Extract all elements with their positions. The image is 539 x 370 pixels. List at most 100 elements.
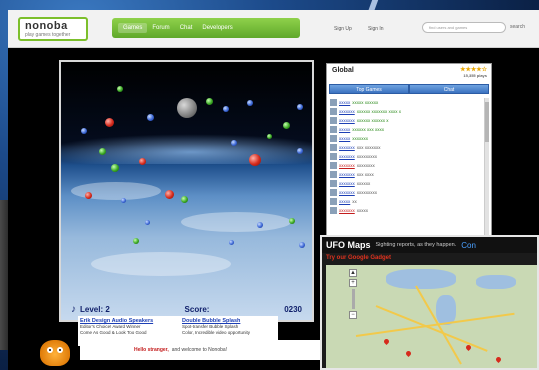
signin-link[interactable]: Sign In bbox=[368, 26, 384, 32]
chat-message: xxxxxx xxxxxx x bbox=[356, 118, 389, 123]
chat-message: xxxxxxxxx bbox=[356, 190, 377, 195]
user-avatar[interactable] bbox=[330, 108, 337, 115]
ufo-maps-window: UFO Maps Sighting reports, as they happe… bbox=[320, 235, 539, 370]
chat-message: xxxxxxxx bbox=[356, 163, 375, 168]
user-avatar[interactable] bbox=[330, 162, 337, 169]
chat-username[interactable]: xxxxxxx bbox=[339, 109, 355, 114]
green-ball bbox=[206, 98, 213, 105]
chat-tabs: Top Games Chat bbox=[329, 84, 489, 94]
chat-username[interactable]: xxxxx bbox=[339, 199, 350, 204]
blue-ball bbox=[257, 222, 263, 228]
user-avatar[interactable] bbox=[330, 171, 337, 178]
green-ball bbox=[181, 196, 188, 203]
zoom-in-button[interactable]: + bbox=[349, 279, 357, 287]
user-avatar[interactable] bbox=[330, 126, 337, 133]
ad-item[interactable]: Double Bubble Splash Spot-transfer Bubbl… bbox=[182, 318, 282, 336]
site-logo[interactable]: nonoba play games together bbox=[18, 17, 88, 41]
tab-chat[interactable]: Chat bbox=[409, 84, 489, 94]
map-pin[interactable] bbox=[494, 355, 503, 364]
nav-tab-chat[interactable]: Chat bbox=[175, 23, 198, 33]
chat-message: xxx xxxx bbox=[356, 172, 374, 177]
map-lake bbox=[476, 275, 516, 289]
green-ball bbox=[111, 164, 119, 172]
search-button[interactable]: search bbox=[510, 24, 525, 30]
score-value: 0230 bbox=[284, 304, 302, 314]
nav-tab-developers[interactable]: Developers bbox=[197, 23, 237, 33]
chat-row: xxxxxxx xxxxxxxx bbox=[330, 161, 480, 170]
chat-row: xxxxxxx xxx xxxxxxx bbox=[330, 143, 480, 152]
user-avatar[interactable] bbox=[330, 144, 337, 151]
music-note-icon[interactable]: ♪ bbox=[71, 304, 76, 315]
cloud bbox=[181, 212, 291, 232]
green-ball bbox=[283, 122, 290, 129]
pan-up-button[interactable]: ▲ bbox=[349, 269, 357, 277]
map-pin[interactable] bbox=[404, 349, 413, 358]
cloud bbox=[91, 252, 231, 276]
chat-username[interactable]: xxxxxxx bbox=[339, 163, 355, 168]
chat-username[interactable]: xxxxxxx bbox=[339, 208, 355, 213]
ad-item[interactable]: Erik Design Audio Speakers Editor's Choi… bbox=[80, 318, 180, 336]
blue-ball bbox=[231, 140, 237, 146]
chat-row: xxxxx xxxxx xxxxxx bbox=[330, 98, 480, 107]
blue-ball bbox=[229, 240, 234, 245]
user-avatar[interactable] bbox=[330, 99, 337, 106]
chat-message: xxxxxx xxx xxxx bbox=[352, 127, 385, 132]
map-controls: ▲ + − bbox=[346, 269, 360, 325]
chat-row: xxxxxxx xxxxxxxxx bbox=[330, 152, 480, 161]
blue-ball bbox=[147, 114, 154, 121]
chat-message: xxx xxxxxxx bbox=[356, 145, 381, 150]
chat-username[interactable]: xxxxxxx bbox=[339, 181, 355, 186]
chat-username[interactable]: xxxxxxx bbox=[339, 190, 355, 195]
logo-text: nonoba bbox=[25, 19, 68, 32]
chat-panel: Global ★★★★☆ 15,355 plays Top Games Chat… bbox=[326, 63, 492, 253]
map-view[interactable]: ▲ + − bbox=[326, 265, 537, 368]
chat-scrollbar[interactable] bbox=[484, 98, 489, 248]
chat-username[interactable]: xxxxxxx bbox=[339, 118, 355, 123]
user-avatar[interactable] bbox=[330, 207, 337, 214]
user-avatar[interactable] bbox=[330, 189, 337, 196]
ad-line: Color, Incredible video opportunity bbox=[182, 330, 251, 335]
nav-tab-forum[interactable]: Forum bbox=[147, 23, 174, 33]
rating-stars[interactable]: ★★★★☆ bbox=[460, 66, 487, 73]
mascot-eye bbox=[57, 347, 63, 353]
chat-row: xxxxxxx xxxxxx bbox=[330, 179, 480, 188]
game-canvas[interactable]: ♪ Level: 2 Score: 0230 bbox=[59, 60, 314, 322]
search-input[interactable]: find users and games bbox=[422, 22, 506, 33]
user-avatar[interactable] bbox=[330, 117, 337, 124]
red-ball bbox=[139, 158, 146, 165]
user-avatar[interactable] bbox=[330, 135, 337, 142]
chat-username[interactable]: xxxxxxx bbox=[339, 154, 355, 159]
nav-tab-games[interactable]: Games bbox=[118, 23, 148, 33]
logo-subtitle: play games together bbox=[25, 31, 71, 38]
chat-username[interactable]: xxxxxxx bbox=[339, 145, 355, 150]
welcome-bar: Hello stranger, and welcome to Nonoba! bbox=[80, 340, 320, 360]
signup-link[interactable]: Sign Up bbox=[334, 26, 352, 32]
blue-ball bbox=[145, 220, 150, 225]
tab-top-games[interactable]: Top Games bbox=[329, 84, 409, 94]
chat-username[interactable]: xxxxx bbox=[339, 127, 350, 132]
zoom-out-button[interactable]: − bbox=[349, 311, 357, 319]
mascot-icon bbox=[40, 340, 70, 366]
welcome-message: and welcome to Nonoba! bbox=[171, 347, 228, 353]
chat-username[interactable]: xxxxx bbox=[339, 136, 350, 141]
user-avatar[interactable] bbox=[330, 198, 337, 205]
user-avatar[interactable] bbox=[330, 180, 337, 187]
blue-ball bbox=[223, 106, 229, 112]
chat-username[interactable]: xxxxx bbox=[339, 100, 350, 105]
welcome-greeting: Hello stranger, bbox=[134, 347, 169, 353]
site-header: nonoba play games together Games Forum C… bbox=[8, 10, 539, 48]
level-display: ♪ Level: 2 bbox=[71, 304, 110, 315]
green-ball bbox=[117, 86, 123, 92]
map-pin[interactable] bbox=[382, 337, 391, 346]
chat-row: xxxxxxx xxxxxxxxx bbox=[330, 188, 480, 197]
score-label: Score: bbox=[184, 304, 210, 314]
chat-username[interactable]: xxxxxxx bbox=[339, 172, 355, 177]
earth-horizon bbox=[61, 134, 312, 164]
scrollbar-thumb[interactable] bbox=[485, 102, 489, 142]
user-avatar[interactable] bbox=[330, 153, 337, 160]
green-ball bbox=[133, 238, 139, 244]
zoom-slider[interactable] bbox=[351, 289, 355, 309]
ufo-gadget-link[interactable]: Try our Google Gadget bbox=[326, 255, 391, 261]
ufo-tagline: Sighting reports, as they happen. bbox=[375, 242, 457, 248]
ufo-more-link[interactable]: Con bbox=[461, 241, 476, 250]
